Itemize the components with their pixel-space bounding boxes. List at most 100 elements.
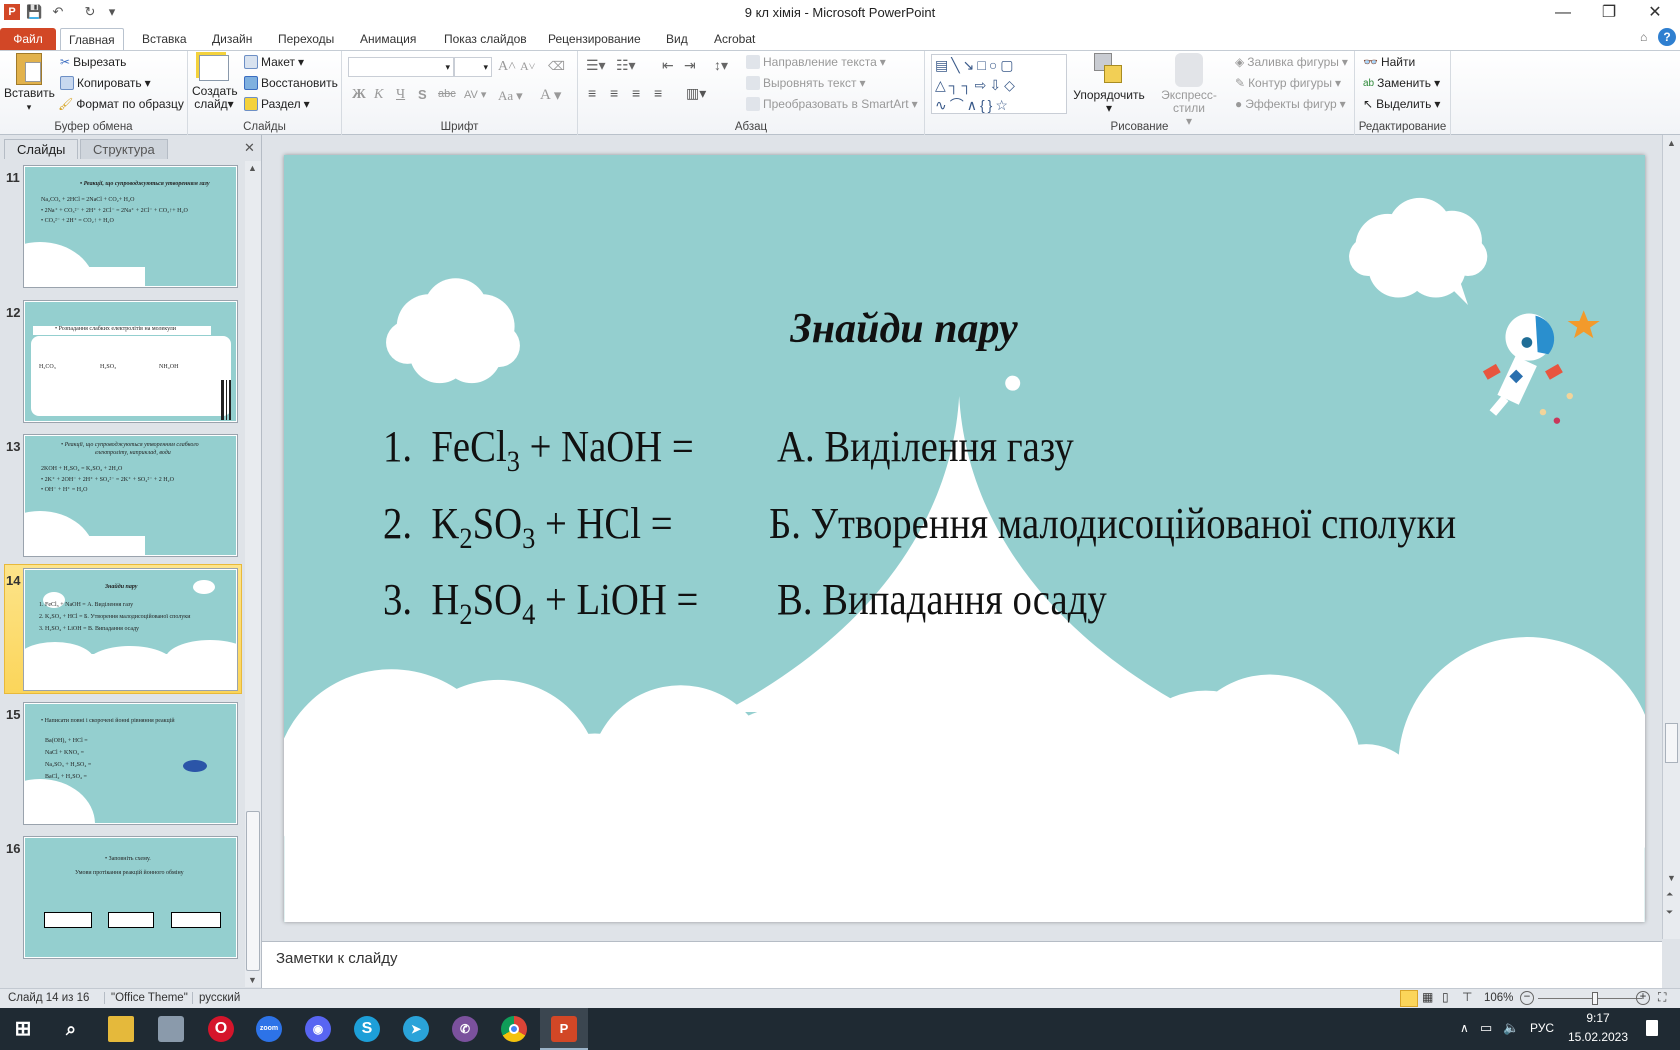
zoom-slider[interactable] <box>1538 998 1642 999</box>
bullets-button[interactable]: ☰▾ <box>586 57 606 74</box>
columns-button[interactable]: ▥▾ <box>686 85 706 102</box>
shape-fill-button[interactable]: ◈ Заливка фигуры ▾ <box>1235 55 1348 69</box>
quick-styles-button[interactable]: Экспресс-стили ▾ <box>1147 53 1231 128</box>
tab-insert[interactable]: Вставка <box>134 28 195 50</box>
panel-scroll-thumb[interactable] <box>246 811 260 971</box>
skype-icon[interactable]: S <box>354 1016 380 1042</box>
slide-thumbnail-13[interactable]: • Реакції, що супроводжуються утворенням… <box>24 435 237 556</box>
formula-2[interactable]: 2. K2SO3 + HCl = <box>383 498 673 554</box>
previous-slide-icon[interactable]: ⏶ <box>1666 889 1673 900</box>
panel-scrollbar[interactable]: ▲ ▼ <box>245 161 261 987</box>
increase-indent-button[interactable]: ⇥ <box>684 57 696 74</box>
slide-canvas[interactable]: Знайди пару 1. FeCl3 + NaOH = 2. K2SO3 +… <box>284 155 1645 922</box>
zoom-slider-thumb[interactable] <box>1592 992 1599 1005</box>
strikethrough-button[interactable]: abc <box>438 88 456 100</box>
printer-icon[interactable] <box>158 1016 184 1042</box>
text-direction-button[interactable]: Направление текста ▾ <box>746 55 886 69</box>
smartart-button[interactable]: Преобразовать в SmartArt ▾ <box>746 97 918 111</box>
tab-outline[interactable]: Структура <box>80 139 168 159</box>
section-button[interactable]: Раздел ▾ <box>244 97 310 111</box>
answer-b[interactable]: Б. Утворення малодисоційованої сполуки <box>769 498 1456 549</box>
font-name-select[interactable]: ▾ <box>348 57 454 77</box>
slideshow-button[interactable]: ⊤ <box>1462 990 1472 1004</box>
help-icon[interactable]: ? <box>1658 28 1676 46</box>
tab-file[interactable]: Файл <box>0 28 56 50</box>
tab-view[interactable]: Вид <box>658 28 696 50</box>
zoom-in-button[interactable]: + <box>1636 991 1650 1005</box>
align-right-button[interactable]: ≡ <box>632 85 640 101</box>
align-left-button[interactable]: ≡ <box>588 85 596 101</box>
format-painter-button[interactable]: 🖌 Формат по образцу <box>58 97 184 111</box>
slide-thumbnail-16[interactable]: • Заповніть схему. Умови протікання реак… <box>24 837 237 958</box>
fit-to-window-button[interactable]: ⛶ <box>1658 990 1666 1005</box>
clear-formatting-icon[interactable]: ⌫ <box>548 59 565 73</box>
scroll-down-icon[interactable]: ▼ <box>248 975 257 985</box>
layout-button[interactable]: Макет ▾ <box>244 55 304 69</box>
show-hidden-icons[interactable]: ∧ <box>1460 1021 1469 1035</box>
slide-sorter-button[interactable]: ▦ <box>1422 990 1433 1004</box>
notifications-icon[interactable] <box>1646 1020 1658 1036</box>
keyboard-language[interactable]: РУС <box>1530 1021 1554 1035</box>
character-spacing-button[interactable]: AV ▾ <box>464 88 486 102</box>
numbering-button[interactable]: ☷▾ <box>616 57 636 74</box>
clock-date[interactable]: 15.02.2023 <box>1562 1030 1634 1044</box>
tab-review[interactable]: Рецензирование <box>540 28 649 50</box>
normal-view-button[interactable] <box>1400 990 1418 1007</box>
zoom-app-icon[interactable]: zoom <box>256 1016 282 1042</box>
replace-button[interactable]: ab Заменить ▾ <box>1363 76 1440 90</box>
restore-button[interactable]: ❐ <box>1586 0 1632 26</box>
slide-scrollbar[interactable]: ▲ ▼ ⏶ ⏷ <box>1662 135 1680 939</box>
reading-view-button[interactable]: ▯ <box>1442 990 1449 1004</box>
zoom-level[interactable]: 106% <box>1484 992 1513 1004</box>
scroll-up-icon[interactable]: ▲ <box>248 163 257 173</box>
scroll-down-icon[interactable]: ▼ <box>1667 873 1676 883</box>
tab-slides[interactable]: Слайды <box>4 139 79 159</box>
line-spacing-button[interactable]: ↕▾ <box>714 57 728 74</box>
shape-effects-button[interactable]: ● Эффекты фигур ▾ <box>1235 97 1346 111</box>
discord-icon[interactable]: ◉ <box>305 1016 331 1042</box>
network-icon[interactable]: ▭ <box>1480 1020 1492 1036</box>
slide-thumbnail-15[interactable]: • Написати повні і скорочені йонні рівня… <box>24 703 237 824</box>
language-indicator[interactable]: русский <box>192 992 240 1004</box>
find-button[interactable]: 👓 Найти <box>1363 55 1415 69</box>
minimize-ribbon-icon[interactable]: ⌂ <box>1640 30 1647 44</box>
slide-thumbnail-14[interactable]: Знайди пару 1. FeCl₃ + NaOH = А. Виділен… <box>24 569 237 690</box>
answer-c[interactable]: В. Випадання осаду <box>777 574 1107 625</box>
theme-name[interactable]: "Office Theme" <box>104 992 188 1004</box>
copy-button[interactable]: Копировать ▾ <box>60 76 151 90</box>
reset-button[interactable]: Восстановить <box>244 76 338 90</box>
align-center-button[interactable]: ≡ <box>610 85 618 101</box>
powerpoint-taskbar-button[interactable]: P <box>540 1008 588 1050</box>
scroll-up-icon[interactable]: ▲ <box>1667 138 1676 148</box>
minimize-button[interactable]: — <box>1540 0 1586 26</box>
tab-design[interactable]: Дизайн <box>204 28 260 50</box>
search-icon[interactable]: ⌕ <box>58 1016 84 1042</box>
cut-button[interactable]: ✂ Вырезать <box>60 55 126 69</box>
telegram-icon[interactable]: ➤ <box>403 1016 429 1042</box>
chrome-icon[interactable] <box>501 1016 527 1042</box>
grow-font-button[interactable]: A˄ <box>498 59 516 75</box>
paste-button[interactable]: Вставить ▾ <box>4 53 55 114</box>
shape-outline-button[interactable]: ✎ Контур фигуры ▾ <box>1235 76 1341 90</box>
file-explorer-icon[interactable] <box>108 1016 134 1042</box>
slide-thumbnail-11[interactable]: • Реакції, що супроводжуються утворенням… <box>24 166 237 287</box>
slide-scroll-thumb[interactable] <box>1665 723 1678 763</box>
italic-button[interactable]: К <box>374 87 383 103</box>
underline-button[interactable]: Ч <box>396 87 405 103</box>
bold-button[interactable]: Ж <box>352 87 366 103</box>
tab-animation[interactable]: Анимация <box>352 28 424 50</box>
formula-1[interactable]: 1. FeCl3 + NaOH = <box>383 421 694 477</box>
notes-pane[interactable]: Заметки к слайду <box>262 941 1662 988</box>
close-panel-icon[interactable]: ✕ <box>244 140 255 156</box>
volume-icon[interactable]: 🔈 <box>1503 1020 1519 1036</box>
change-case-button[interactable]: Aa ▾ <box>498 88 523 104</box>
start-button[interactable]: ⊞ <box>10 1016 36 1042</box>
align-text-button[interactable]: Выровнять текст ▾ <box>746 76 866 90</box>
shadow-button[interactable]: S <box>418 87 427 102</box>
decrease-indent-button[interactable]: ⇤ <box>662 57 674 74</box>
next-slide-icon[interactable]: ⏷ <box>1666 907 1673 918</box>
slide-thumbnail-12[interactable]: • Розпадання слабких електролітів на мол… <box>24 301 237 422</box>
slide-title[interactable]: Знайди пару <box>284 305 1524 353</box>
font-color-button[interactable]: A ▾ <box>540 86 561 105</box>
tab-transitions[interactable]: Переходы <box>270 28 342 50</box>
